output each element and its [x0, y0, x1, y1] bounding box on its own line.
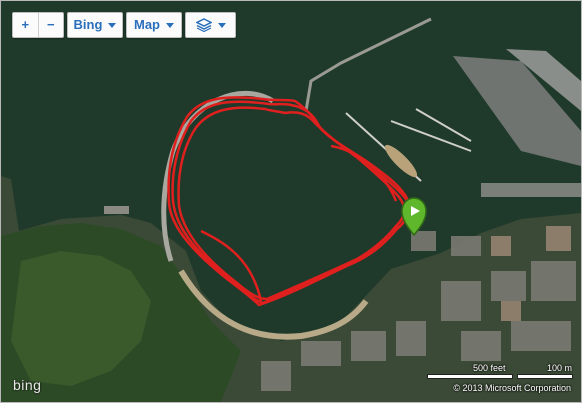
layers-dropdown[interactable]	[185, 12, 236, 38]
copyright-text: © 2013 Microsoft Corporation	[453, 383, 571, 393]
scale-label-feet: 500 feet	[473, 363, 506, 373]
map-canvas[interactable]: + − Bing Map 500 feet 100 m © 2013 Micro…	[0, 0, 582, 403]
map-source-dropdown[interactable]: Bing	[67, 12, 123, 38]
map-view-dropdown[interactable]: Map	[126, 12, 182, 38]
map-view-label: Map	[134, 17, 160, 32]
satellite-scene	[1, 1, 581, 402]
scale-label-meters: 100 m	[547, 363, 573, 373]
bing-logo: bing	[13, 377, 42, 393]
layers-icon	[195, 18, 212, 32]
chevron-down-icon	[108, 22, 117, 28]
zoom-in-button[interactable]: +	[13, 13, 38, 37]
zoom-out-button[interactable]: −	[39, 13, 64, 37]
zoom-control: + −	[12, 12, 64, 38]
chevron-down-icon	[166, 22, 174, 28]
map-source-label: Bing	[73, 17, 103, 32]
scale-bar: 500 feet 100 m	[427, 363, 575, 385]
scale-line-feet	[427, 374, 513, 379]
scale-line-meters	[517, 374, 573, 379]
chevron-down-icon	[217, 22, 226, 28]
